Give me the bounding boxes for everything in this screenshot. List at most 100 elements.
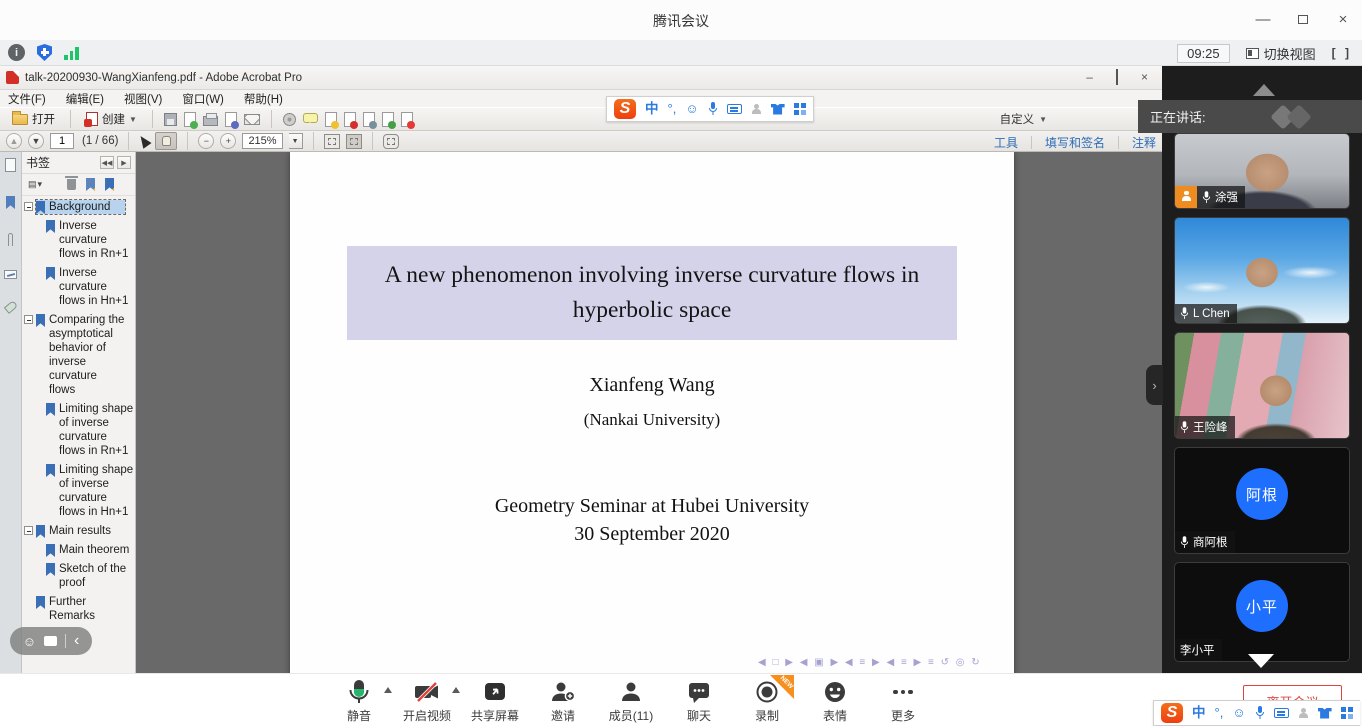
skin-icon[interactable]	[771, 104, 785, 115]
gear-icon[interactable]	[283, 113, 296, 126]
open-button[interactable]: 打开	[8, 109, 59, 129]
zoom-out-button[interactable]: −	[198, 133, 214, 149]
page-thumbnails-icon[interactable]	[5, 158, 16, 172]
punctuation-icon[interactable]: °,	[668, 102, 677, 116]
zoom-in-button[interactable]: +	[220, 133, 236, 149]
soft-keyboard-icon[interactable]	[1274, 708, 1289, 718]
start-video-button[interactable]: 开启视频	[398, 679, 456, 724]
menu-file[interactable]: 文件(F)	[8, 91, 46, 107]
panel-menu-button[interactable]: ▶	[117, 156, 131, 169]
zoom-level-value[interactable]: 215%	[242, 133, 282, 149]
tags-icon[interactable]	[3, 300, 17, 314]
menu-help[interactable]: 帮助(H)	[244, 91, 283, 107]
bookmark-item[interactable]: Inverse curvature flows in Rn+1	[24, 219, 135, 261]
menu-window[interactable]: 窗口(W)	[182, 91, 224, 107]
signatures-icon[interactable]	[4, 270, 17, 279]
chat-button[interactable]: 聊天	[670, 679, 728, 724]
emoji-button[interactable]: 表情	[806, 679, 864, 724]
bookmark-item[interactable]: Main results	[24, 524, 135, 538]
punctuation-icon[interactable]: °,	[1215, 706, 1224, 720]
scroll-down-icon[interactable]	[1248, 654, 1274, 668]
email-button[interactable]	[244, 114, 260, 125]
bookmark-item[interactable]: Background	[24, 200, 135, 214]
tab-tools[interactable]: 工具	[994, 134, 1018, 151]
bookmark-item[interactable]: Limiting shape of inverse curvature flow…	[24, 402, 135, 458]
create-button[interactable]: 创建▼	[82, 109, 141, 129]
bookmark-item[interactable]: Further Remarks	[24, 595, 135, 623]
security-shield-icon[interactable]	[37, 44, 52, 61]
video-tile[interactable]: 小平 李小平	[1174, 562, 1350, 662]
sign-page-button[interactable]	[225, 112, 237, 127]
tab-comment[interactable]: 注释	[1132, 134, 1156, 151]
highlight-text-button[interactable]	[325, 112, 337, 127]
restore-button[interactable]	[1294, 10, 1312, 28]
share-upload-button[interactable]	[184, 112, 196, 127]
hand-tool-button[interactable]	[155, 132, 177, 150]
account-icon[interactable]	[1298, 708, 1309, 719]
save-button[interactable]	[164, 113, 177, 126]
reaction-pill[interactable]: ☺ ‹	[10, 627, 92, 655]
fit-width-button[interactable]	[324, 134, 340, 149]
next-page-button[interactable]: ▼	[28, 133, 44, 149]
bookmark-item[interactable]: Comparing the asymptotical behavior of i…	[24, 313, 135, 397]
restrict-document-button[interactable]	[344, 112, 356, 127]
chinese-mode-icon[interactable]: 中	[1192, 706, 1206, 720]
delete-bookmark-icon[interactable]	[67, 179, 76, 190]
chinese-mode-icon[interactable]: 中	[645, 102, 659, 116]
select-tool-icon[interactable]	[137, 133, 152, 149]
minimize-button[interactable]: —	[1254, 10, 1272, 28]
bookmark-item[interactable]: Limiting shape of inverse curvature flow…	[24, 463, 135, 519]
emoji-picker-icon[interactable]: ☺	[1232, 706, 1245, 720]
search-document-button[interactable]	[363, 112, 375, 127]
voice-input-icon[interactable]	[1255, 706, 1265, 720]
camera-options-arrow[interactable]	[452, 687, 460, 693]
mic-options-arrow[interactable]	[384, 687, 392, 693]
customize-button[interactable]: 自定义▼	[1000, 111, 1047, 127]
new-bookmark-from-selection-icon[interactable]	[105, 178, 114, 191]
mute-button[interactable]: 静音	[330, 679, 388, 724]
bookmark-item[interactable]: Main theorem	[24, 543, 135, 557]
collapse-icon[interactable]	[24, 202, 33, 211]
zoom-dropdown-button[interactable]: ▼	[289, 133, 303, 149]
acrobat-close-button[interactable]: ×	[1141, 70, 1148, 84]
collapse-icon[interactable]	[24, 315, 33, 324]
document-canvas[interactable]: A new phenomenon involving inverse curva…	[136, 152, 1162, 673]
toolbox-icon[interactable]	[1341, 707, 1353, 719]
record-button[interactable]: 录制 NEW	[738, 679, 796, 724]
bookmark-item[interactable]: Sketch of the proof	[24, 562, 135, 590]
sogou-logo-icon[interactable]: S	[614, 99, 636, 119]
print-button[interactable]	[203, 116, 218, 126]
share-screen-button[interactable]: 共享屏幕	[466, 679, 524, 724]
page-number-input[interactable]	[50, 133, 74, 149]
more-button[interactable]: 更多	[874, 679, 932, 724]
collapse-icon[interactable]	[24, 526, 33, 535]
new-bookmark-icon[interactable]	[86, 178, 95, 191]
collapse-video-panel-button[interactable]: ›	[1146, 365, 1163, 405]
members-button[interactable]: 成员(11)	[602, 679, 660, 724]
video-tile[interactable]: 王险峰	[1174, 332, 1350, 439]
soft-keyboard-icon[interactable]	[727, 104, 742, 114]
smiley-icon[interactable]: ☺	[23, 635, 36, 648]
collapse-panel-button[interactable]: ◀◀	[100, 156, 114, 169]
menu-view[interactable]: 视图(V)	[124, 91, 162, 107]
fit-page-button[interactable]	[346, 134, 362, 149]
attachments-icon[interactable]	[8, 233, 13, 246]
export-document-button[interactable]	[382, 112, 394, 127]
close-button[interactable]: ×	[1334, 10, 1352, 28]
bookmarks-panel-icon[interactable]	[6, 196, 15, 209]
chat-bubble-icon[interactable]	[44, 636, 57, 646]
signature-pad-button[interactable]	[401, 112, 413, 127]
tab-fill-sign[interactable]: 填写和签名	[1045, 134, 1105, 151]
collapse-pill-icon[interactable]: ‹	[74, 632, 79, 650]
switch-view-button[interactable]: 切换视图	[1246, 44, 1316, 63]
toolbox-icon[interactable]	[794, 103, 806, 115]
scroll-up-icon[interactable]	[1253, 84, 1275, 96]
meeting-info-icon[interactable]: i	[8, 44, 25, 61]
touch-mode-button[interactable]	[383, 134, 399, 149]
fullscreen-icon[interactable]: [ ]	[1332, 46, 1352, 60]
acrobat-restore-button[interactable]	[1116, 70, 1118, 84]
video-tile[interactable]: L Chen	[1174, 217, 1350, 324]
invite-button[interactable]: 邀请	[534, 679, 592, 724]
account-icon[interactable]	[751, 104, 762, 115]
skin-icon[interactable]	[1318, 708, 1332, 719]
